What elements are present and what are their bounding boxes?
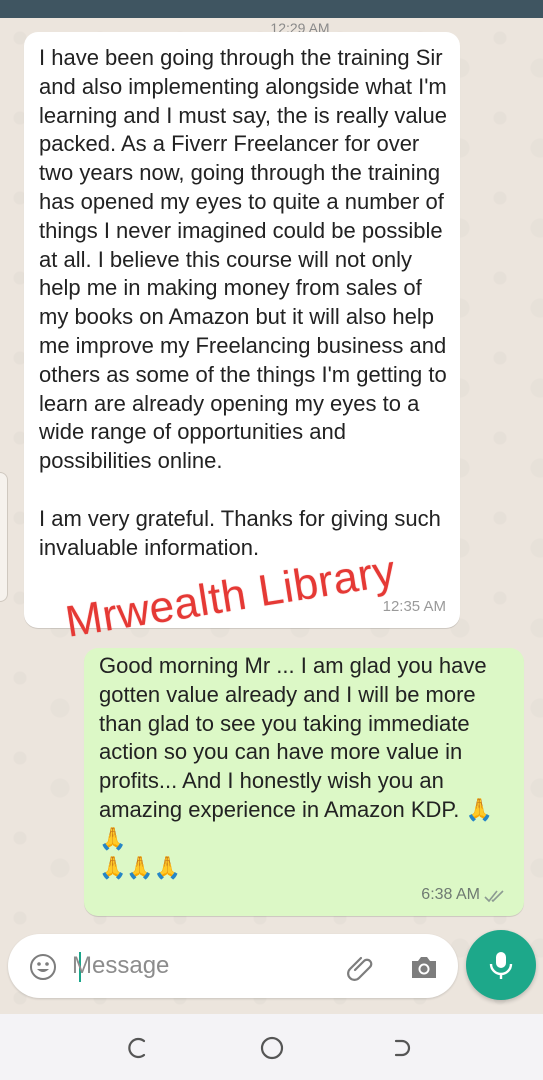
outgoing-message-text: Good morning Mr ... I am glad you have g… [99, 653, 493, 880]
incoming-message-time: 12:35 AM [382, 598, 446, 616]
recent-apps-icon[interactable] [124, 1034, 152, 1062]
message-composer [8, 934, 458, 998]
message-input[interactable] [72, 942, 332, 990]
back-icon[interactable] [388, 1034, 416, 1062]
outgoing-message[interactable]: Good morning Mr ... I am glad you have g… [84, 648, 524, 916]
double-check-icon [484, 890, 504, 902]
side-handle[interactable] [0, 472, 8, 602]
camera-icon[interactable] [408, 952, 440, 982]
voice-record-button[interactable] [466, 930, 536, 1000]
mic-icon [489, 952, 513, 979]
status-bar [0, 0, 543, 18]
outgoing-message-meta: 6:38 AM [421, 881, 506, 910]
system-nav-bar [0, 1014, 543, 1080]
home-icon[interactable] [258, 1034, 286, 1062]
outgoing-message-time: 6:38 AM [421, 886, 480, 904]
emoji-icon[interactable] [28, 952, 58, 982]
attach-icon[interactable] [346, 952, 376, 982]
incoming-message-text: I have been going through the training S… [39, 45, 448, 560]
incoming-message[interactable]: I have been going through the training S… [24, 32, 460, 628]
